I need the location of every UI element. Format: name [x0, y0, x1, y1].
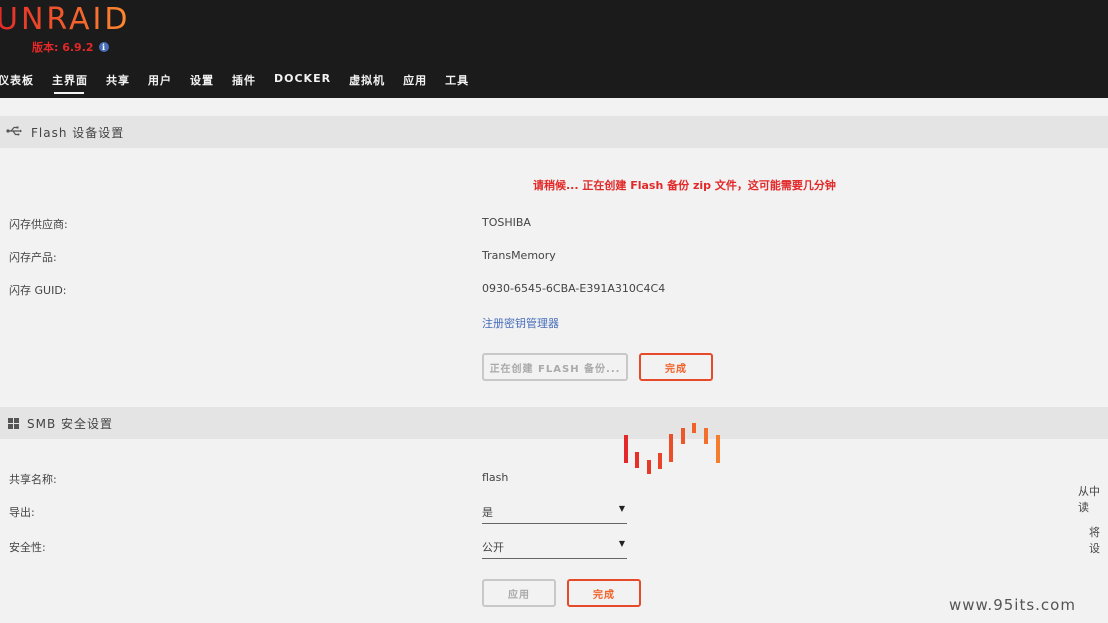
nav-dashboard[interactable]: 仪表板 — [0, 72, 34, 94]
backup-notice: 请稍候... 正在创建 Flash 备份 zip 文件，这可能需要几分钟 — [533, 179, 836, 192]
info-icon[interactable]: i — [98, 42, 109, 52]
security-select[interactable]: 公开 ▼ — [482, 539, 627, 559]
nav-settings[interactable]: 设置 — [190, 72, 214, 94]
unraid-logo[interactable]: UNRAID — [0, 2, 131, 37]
flash-section-header: Flash 设备设置 — [0, 116, 1108, 148]
loading-spinner — [622, 420, 722, 480]
spinner-bar — [669, 434, 673, 462]
nav-shares[interactable]: 共享 — [106, 72, 130, 94]
spinner-bar — [647, 460, 651, 474]
flash-product-value: TransMemory — [482, 249, 556, 262]
caret-down-icon: ▼ — [618, 504, 625, 513]
flash-guid-label: 闪存 GUID: — [9, 284, 67, 297]
nav-vms[interactable]: 虚拟机 — [349, 72, 385, 94]
flash-guid-value: 0930-6545-6CBA-E391A310C4C4 — [482, 282, 666, 295]
share-name-value: flash — [482, 471, 509, 484]
nav-plugins[interactable]: 插件 — [232, 72, 256, 94]
flash-section-title: Flash 设备设置 — [31, 125, 125, 140]
flash-vendor-label: 闪存供应商: — [9, 218, 68, 231]
spinner-bar — [681, 428, 685, 444]
export-select-value: 是 — [482, 506, 493, 519]
spinner-bar — [704, 428, 708, 444]
spinner-bar — [692, 423, 696, 433]
smb-section-header: SMB 安全设置 — [0, 407, 1108, 439]
security-label: 安全性: — [9, 541, 46, 554]
flash-product-label: 闪存产品: — [9, 251, 57, 264]
side-help-text: 从中读 — [1078, 485, 1100, 514]
spinner-bar — [716, 435, 720, 463]
top-bar: UNRAID 版本: 6.9.2 i 仪表板 主界面 共享 用户 设置 插件 D… — [0, 0, 1108, 98]
flash-vendor-value: TOSHIBA — [482, 216, 531, 229]
main-nav: 仪表板 主界面 共享 用户 设置 插件 DOCKER 虚拟机 应用 工具 — [0, 72, 487, 94]
caret-down-icon: ▼ — [618, 539, 625, 548]
registration-key-link[interactable]: 注册密钥管理器 — [482, 315, 559, 331]
security-select-value: 公开 — [482, 541, 504, 554]
share-name-label: 共享名称: — [9, 473, 57, 486]
watermark: www.95its.com — [949, 596, 1076, 614]
smb-done-button[interactable]: 完成 — [567, 579, 641, 607]
smb-apply-button[interactable]: 应用 — [482, 579, 556, 607]
windows-icon — [8, 417, 19, 429]
version-info: 版本: 6.9.2 i — [32, 39, 109, 55]
version-label: 版本: 6.9.2 — [32, 41, 94, 54]
smb-section-title: SMB 安全设置 — [27, 416, 114, 431]
spinner-bar — [624, 435, 628, 463]
flash-done-button[interactable]: 完成 — [639, 353, 713, 381]
spinner-bar — [658, 453, 662, 469]
export-select[interactable]: 是 ▼ — [482, 504, 627, 524]
nav-docker[interactable]: DOCKER — [274, 72, 331, 94]
nav-apps[interactable]: 应用 — [403, 72, 427, 94]
nav-users[interactable]: 用户 — [148, 72, 172, 94]
side-help-text: 将设 — [1089, 526, 1100, 555]
export-label: 导出: — [9, 506, 35, 519]
nav-main[interactable]: 主界面 — [52, 72, 88, 94]
flash-backup-button[interactable]: 正在创建 FLASH 备份... — [482, 353, 628, 381]
usb-icon — [6, 125, 28, 140]
spinner-bar — [635, 452, 639, 468]
nav-tools[interactable]: 工具 — [445, 72, 469, 94]
